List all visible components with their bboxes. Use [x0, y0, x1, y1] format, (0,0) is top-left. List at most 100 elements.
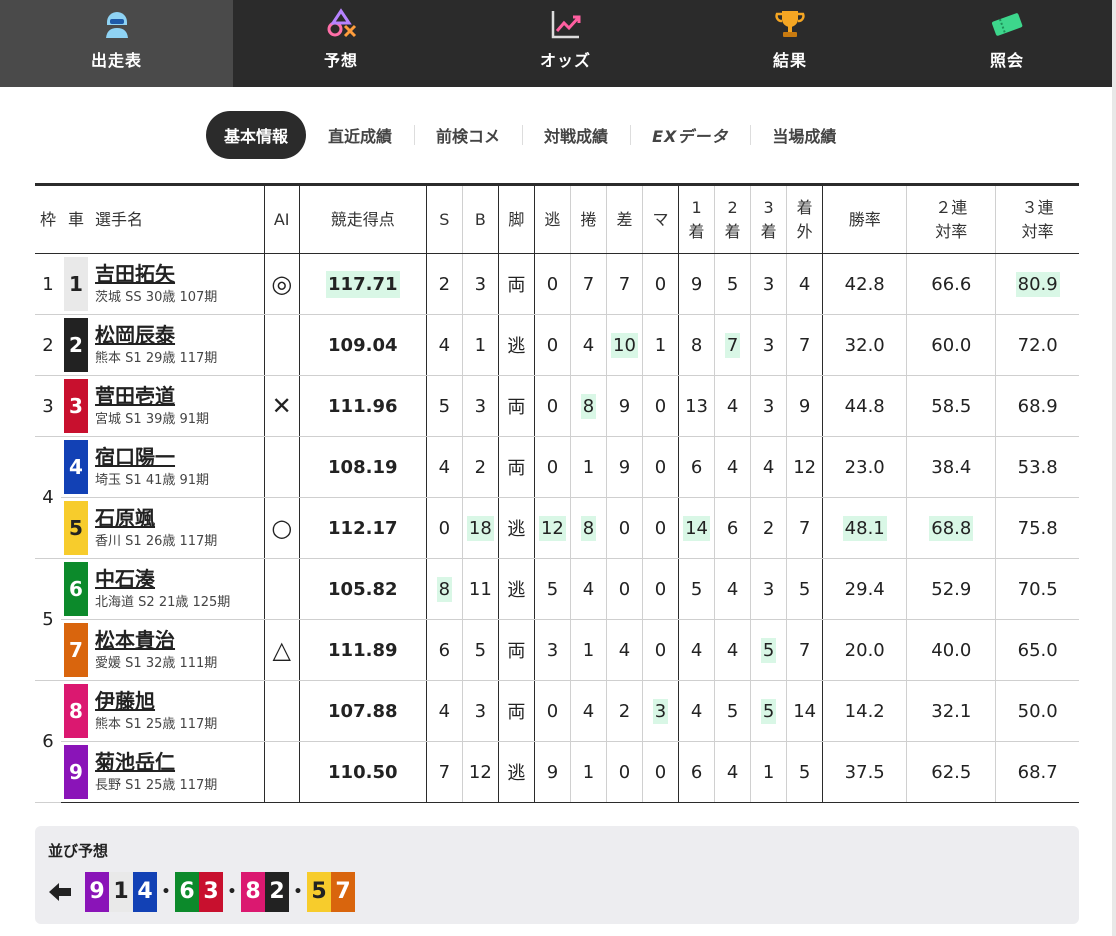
racer-name-link[interactable]: 伊藤旭 [95, 688, 264, 714]
tab-3[interactable]: 対戦成績 [522, 111, 630, 159]
tab-4[interactable]: EXデータ [630, 111, 750, 159]
table-row: 5 石原颯 香川 S1 26歳 117期 ○ 112.17 0 18 逃 12 8 0 0 14 6 2 7 4… [35, 497, 1079, 559]
car-number-badge: 6 [64, 562, 89, 616]
stat-first: 9 [678, 253, 715, 315]
stat-third: 4 [750, 436, 787, 498]
stat-nige: 0 [533, 375, 571, 437]
stat-ma: 0 [642, 558, 679, 620]
stat-b: 12 [461, 741, 499, 803]
line-car-badge: 1 [109, 872, 133, 912]
stat-tri: 80.9 [995, 253, 1079, 315]
stat-nige: 0 [533, 680, 571, 742]
stat-quin: 40.0 [906, 619, 996, 681]
ai-mark: ◎ [263, 253, 300, 315]
table-header-row: 枠 車 選手名 AI 競走得点 S B 脚 逃 捲 差 マ 1着 2着 3着 着… [35, 183, 1079, 254]
table-row: 9 菊池岳仁 長野 S1 25歳 117期 110.50 7 12 逃 9 1 0 0 6 4 1 5 37.… [35, 741, 1079, 803]
racer-name-link[interactable]: 石原颯 [95, 505, 264, 531]
nav-item-label: 予想 [323, 51, 358, 70]
nav-item-0[interactable]: 出走表 [0, 0, 233, 87]
tab-5[interactable]: 当場成績 [750, 111, 858, 159]
stat-b: 3 [461, 253, 499, 315]
score-cell: 108.19 [298, 436, 427, 498]
table-row: 4 4 宿口陽一 埼玉 S1 41歳 91期 108.19 4 2 両 0 1 9 0 6 4 4 12 23.… [35, 436, 1079, 559]
stat-tri: 70.5 [995, 558, 1079, 620]
stat-second: 6 [714, 497, 751, 559]
stat-tri: 53.8 [995, 436, 1079, 498]
header-trio-rate: ３連 対率 [995, 183, 1079, 254]
table-row: 2 2 松岡辰泰 熊本 S1 29歳 117期 109.04 4 1 逃 0 4 10 1 8 7 3 7 32… [35, 314, 1079, 376]
tab-2[interactable]: 前検コメ [414, 111, 522, 159]
tab-1[interactable]: 直近成績 [306, 111, 414, 159]
stat-b: 2 [461, 436, 499, 498]
racer-info: 熊本 S1 25歳 117期 [95, 717, 218, 732]
nav-item-3[interactable]: 結果 [682, 0, 898, 87]
nav-item-label: 照会 [989, 51, 1024, 70]
racer-info: 熊本 S1 29歳 117期 [95, 351, 218, 366]
racer-name-link[interactable]: 宿口陽一 [95, 444, 264, 470]
stat-ma: 0 [642, 619, 679, 681]
racer-cell: 松岡辰泰熊本 S1 29歳 117期 [91, 314, 265, 376]
ai-mark: ○ [263, 497, 300, 559]
prediction-icon [324, 7, 358, 41]
stat-quin: 62.5 [906, 741, 996, 803]
racer-name-link[interactable]: 松岡辰泰 [95, 322, 264, 348]
racer-info: 長野 S1 25歳 117期 [95, 778, 218, 793]
racer-name-link[interactable]: 中石湊 [95, 566, 264, 592]
stat-win: 20.0 [822, 619, 907, 681]
line-prediction-title: 並び予想 [48, 842, 109, 860]
stat-kyaku: 両 [497, 375, 535, 437]
racer-cell: 伊藤旭熊本 S1 25歳 117期 [91, 680, 265, 742]
sub-tabs: 基本情報 直近成績 前検コメ 対戦成績 EXデータ 当場成績 [206, 111, 858, 159]
waku-number: 3 [35, 375, 62, 437]
stat-sashi: 0 [605, 497, 643, 559]
header-quinella-rate: ２連 対率 [906, 183, 996, 254]
racer-cell: 吉田拓矢 茨城 SS 30歳 107期 [91, 253, 265, 315]
racer-name-link[interactable]: 松本貴治 [95, 627, 264, 653]
racer-info: 愛媛 S1 32歳 111期 [95, 656, 218, 671]
stat-ma: 3 [642, 680, 679, 742]
stat-makuri: 4 [569, 314, 607, 376]
line-prediction-panel: 並び予想 9 1 4 • 6 3 • 8 2 • 5 7 [35, 826, 1079, 924]
header-waku: 枠 [35, 183, 62, 254]
racer-name-link[interactable]: 吉田拓矢 [95, 261, 264, 287]
stat-sashi: 0 [605, 558, 643, 620]
nav-item-1[interactable]: 予想 [233, 0, 449, 87]
table-row: 5 6 中石湊 北海道 S2 21歳 125期 105.82 8 11 逃 5 4 0 0 5 4 3 5 29… [35, 558, 1079, 681]
stat-nige: 0 [533, 436, 571, 498]
ticket-icon [990, 7, 1024, 41]
stat-makuri: 4 [569, 558, 607, 620]
score-cell: 105.82 [298, 558, 427, 620]
stat-tri: 65.0 [995, 619, 1079, 681]
ai-mark [263, 741, 300, 803]
header-b: B [461, 183, 499, 254]
scrollbar-track[interactable] [1112, 0, 1116, 936]
car-cell: 2 [61, 314, 92, 376]
stat-makuri: 1 [569, 741, 607, 803]
nav-item-label: 結果 [772, 51, 807, 70]
stat-nige: 9 [533, 741, 571, 803]
racer-name-link[interactable]: 菅田壱道 [95, 383, 264, 409]
waku-number: 6 [35, 680, 62, 803]
stat-kyaku: 両 [497, 680, 535, 742]
nav-item-2[interactable]: オッズ [449, 0, 682, 87]
nav-item-4[interactable]: 照会 [898, 0, 1116, 87]
score-cell: 111.89 [298, 619, 427, 681]
line-car-badge: 8 [241, 872, 265, 912]
car-number-badge: 4 [64, 440, 89, 494]
car-cell: 4 [61, 436, 92, 498]
racer-icon [100, 7, 134, 41]
racer-cell: 石原颯 香川 S1 26歳 117期 [91, 497, 265, 559]
line-car-badge: 5 [307, 872, 331, 912]
ai-mark [263, 558, 300, 620]
line-separator: • [293, 884, 303, 900]
racer-info: 北海道 S2 21歳 125期 [95, 595, 231, 610]
racer-name-link[interactable]: 菊池岳仁 [95, 749, 264, 775]
car-cell: 1 [61, 253, 92, 315]
stat-b: 18 [461, 497, 499, 559]
odds-chart-icon [549, 7, 583, 41]
stat-out: 7 [786, 619, 823, 681]
racer-info: 埼玉 S1 41歳 91期 [95, 473, 210, 488]
tab-0[interactable]: 基本情報 [206, 111, 307, 159]
ai-mark [263, 314, 300, 376]
stat-b: 5 [461, 619, 499, 681]
